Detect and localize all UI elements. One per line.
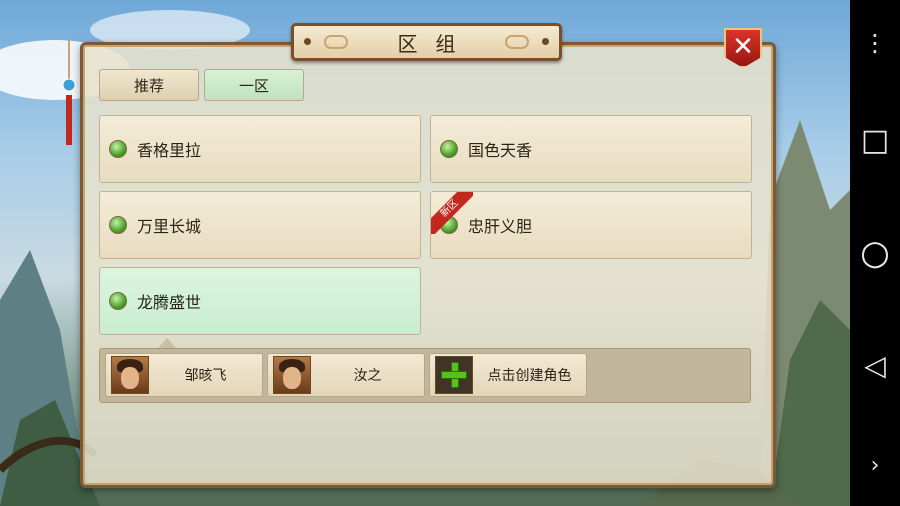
chevron-right-icon[interactable]: › <box>850 450 900 480</box>
android-nav-bar: ⋮ □ ○ ◁ › <box>850 0 900 506</box>
role-name: 邹晐飞 <box>184 368 227 384</box>
server-name: 忠肝义胆 <box>468 217 533 236</box>
tab-zone-1[interactable]: 一区 <box>204 69 304 101</box>
badge-label: 新区 <box>431 192 473 234</box>
back-icon[interactable]: ◁ <box>850 346 900 384</box>
server-select-dialog <box>80 42 776 488</box>
rivet-icon <box>542 38 549 45</box>
status-online-icon <box>109 216 127 234</box>
selection-pointer-icon <box>158 338 176 348</box>
server-item-wanlichangcheng[interactable]: 万里长城 <box>99 191 421 259</box>
cloud-pattern-icon <box>324 35 348 49</box>
rivet-icon <box>304 38 311 45</box>
dialog-titlebar: 区组 <box>291 23 562 61</box>
status-online-icon <box>109 292 127 310</box>
tassel-ornament-icon <box>62 40 76 145</box>
role-list: 邹晐飞 汝之 点击创建角色 <box>99 348 751 403</box>
cloud-pattern-icon <box>505 35 529 49</box>
server-item-xianggelila[interactable]: 香格里拉 <box>99 115 421 183</box>
create-role-label: 点击创建角色 <box>487 368 572 384</box>
portrait-icon <box>273 356 311 394</box>
status-online-icon <box>440 140 458 158</box>
server-item-zhongganyidan[interactable]: 新区 忠肝义胆 <box>430 191 752 259</box>
server-name: 万里长城 <box>137 217 202 236</box>
recents-icon[interactable]: □ <box>850 122 900 158</box>
portrait-icon <box>111 356 149 394</box>
game-background: 区组 ✕ 推荐 一区 香格里拉 国色天香 万里长城 新区 忠肝义胆 龙腾盛世 邹… <box>0 0 850 506</box>
close-icon: ✕ <box>732 32 754 62</box>
status-online-icon <box>109 140 127 158</box>
role-name: 汝之 <box>353 368 382 384</box>
tab-label: 一区 <box>238 76 269 95</box>
server-name: 国色天香 <box>468 141 533 160</box>
tab-recommended[interactable]: 推荐 <box>99 69 199 101</box>
server-item-guosetianxiang[interactable]: 国色天香 <box>430 115 752 183</box>
server-name: 龙腾盛世 <box>137 293 202 312</box>
home-icon[interactable]: ○ <box>850 233 900 273</box>
role-item[interactable]: 邹晐飞 <box>105 353 263 397</box>
tab-label: 推荐 <box>133 76 164 95</box>
server-name: 香格里拉 <box>137 141 202 160</box>
server-item-longtengshengshi[interactable]: 龙腾盛世 <box>99 267 421 335</box>
new-server-badge: 新区 <box>431 192 473 234</box>
role-item[interactable]: 汝之 <box>267 353 425 397</box>
plus-icon <box>435 356 473 394</box>
dialog-title: 区组 <box>397 31 474 56</box>
menu-dots-icon[interactable]: ⋮ <box>850 28 900 58</box>
create-role-button[interactable]: 点击创建角色 <box>429 353 587 397</box>
